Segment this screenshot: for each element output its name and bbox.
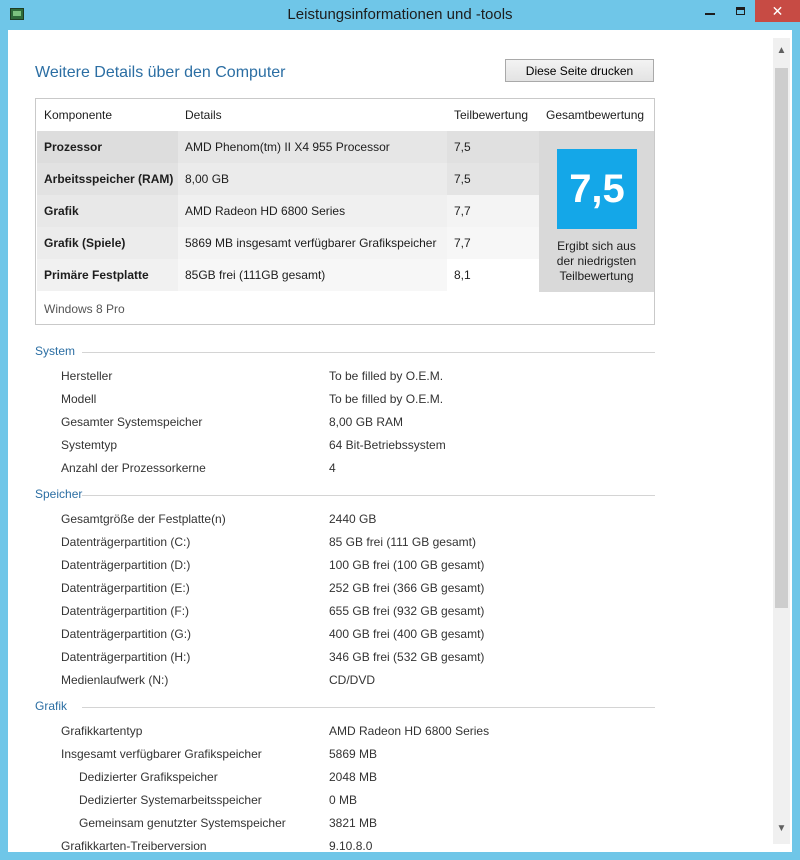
performance-score-panel: Komponente Details Teilbewertung Gesamtb…	[35, 98, 655, 325]
info-value: CD/DVD	[329, 673, 376, 687]
minimize-button[interactable]	[696, 0, 724, 22]
section-divider	[82, 352, 655, 353]
header-overall: Gesamtbewertung	[546, 108, 645, 122]
overall-score-note: Ergibt sich aus der niedrigsten Teilbewe…	[539, 239, 654, 284]
info-label: Grafikkarten-Treiberversion	[61, 839, 207, 853]
scrollbar-thumb[interactable]	[775, 68, 788, 608]
header-component: Komponente	[44, 108, 113, 122]
window-bottom-border	[0, 852, 800, 860]
note-line: Teilbewertung	[559, 269, 634, 283]
info-label: Modell	[61, 392, 97, 406]
score-row: Prozessor AMD Phenom(tm) II X4 955 Proce…	[37, 131, 539, 163]
row-component: Arbeitsspeicher (RAM)	[37, 163, 178, 195]
score-row: Grafik AMD Radeon HD 6800 Series 7,7	[37, 195, 539, 227]
row-score: 7,5	[447, 131, 539, 163]
info-label: Insgesamt verfügbarer Grafikspeicher	[61, 747, 262, 761]
info-value: 3821 MB	[329, 816, 378, 830]
info-label: Datenträgerpartition (F:)	[61, 604, 190, 618]
row-component: Grafik (Spiele)	[37, 227, 178, 259]
info-value: 2048 MB	[329, 770, 378, 784]
info-value: 8,00 GB RAM	[329, 415, 404, 429]
info-value: AMD Radeon HD 6800 Series	[329, 724, 490, 738]
info-value: 655 GB frei (932 GB gesamt)	[329, 604, 485, 618]
info-label: Datenträgerpartition (C:)	[61, 535, 191, 549]
note-line: Ergibt sich aus	[557, 239, 636, 253]
maximize-button[interactable]	[726, 0, 754, 22]
minimize-icon	[705, 13, 715, 15]
close-icon: ✕	[771, 2, 784, 19]
section-divider	[82, 707, 655, 708]
scroll-up-icon[interactable]: ▲	[773, 42, 790, 58]
row-details: AMD Phenom(tm) II X4 955 Processor	[178, 131, 447, 163]
info-label: Medienlaufwerk (N:)	[61, 673, 169, 687]
row-component: Grafik	[37, 195, 178, 227]
info-value: 346 GB frei (532 GB gesamt)	[329, 650, 485, 664]
note-line: der niedrigsten	[556, 254, 637, 268]
row-details: 85GB frei (111GB gesamt)	[178, 259, 447, 291]
info-value: 64 Bit-Betriebssystem	[329, 438, 446, 452]
header-subscore: Teilbewertung	[454, 108, 529, 122]
row-details: AMD Radeon HD 6800 Series	[178, 195, 447, 227]
overall-score-box: 7,5 Ergibt sich aus der niedrigsten Teil…	[539, 131, 654, 292]
vertical-scrollbar[interactable]: ▲ ▼	[773, 38, 790, 844]
info-value: To be filled by O.E.M.	[329, 392, 444, 406]
info-label: Datenträgerpartition (E:)	[61, 581, 190, 595]
info-label: Datenträgerpartition (G:)	[61, 627, 192, 641]
info-label: Gesamtgröße der Festplatte(n)	[61, 512, 226, 526]
print-page-button[interactable]: Diese Seite drucken	[505, 59, 654, 82]
section-title-storage: Speicher	[35, 487, 83, 501]
row-details: 5869 MB insgesamt verfügbarer Grafikspei…	[178, 227, 447, 259]
row-score: 7,5	[447, 163, 539, 195]
row-score: 7,7	[447, 195, 539, 227]
scroll-down-icon[interactable]: ▼	[773, 820, 790, 836]
section-title-system: System	[35, 344, 76, 358]
row-details: 8,00 GB	[178, 163, 447, 195]
info-value: To be filled by O.E.M.	[329, 369, 444, 383]
info-label: Systemtyp	[61, 438, 118, 452]
info-value: 9.10.8.0	[329, 839, 373, 853]
row-score: 8,1	[447, 259, 539, 291]
page-heading: Weitere Details über den Computer	[35, 64, 286, 81]
section-title-graphics: Grafik	[35, 699, 68, 713]
maximize-icon	[735, 7, 745, 15]
row-component: Primäre Festplatte	[37, 259, 178, 291]
info-label: Anzahl der Prozessorkerne	[61, 461, 206, 475]
header-details: Details	[185, 108, 222, 122]
info-label: Grafikkartentyp	[61, 724, 143, 738]
row-score: 7,7	[447, 227, 539, 259]
info-value: 5869 MB	[329, 747, 378, 761]
info-label: Gesamter Systemspeicher	[61, 415, 203, 429]
window-title: Leistungsinformationen und -tools	[287, 6, 513, 23]
close-button[interactable]: ✕	[755, 0, 800, 22]
info-value: 85 GB frei (111 GB gesamt)	[329, 535, 476, 549]
row-component: Prozessor	[37, 131, 178, 163]
info-label: Datenträgerpartition (D:)	[61, 558, 191, 572]
score-row: Primäre Festplatte 85GB frei (111GB gesa…	[37, 259, 539, 291]
info-value: 252 GB frei (366 GB gesamt)	[329, 581, 485, 595]
info-value: 100 GB frei (100 GB gesamt)	[329, 558, 485, 572]
info-label: Gemeinsam genutzter Systemspeicher	[79, 816, 286, 830]
score-row: Arbeitsspeicher (RAM) 8,00 GB 7,5	[37, 163, 539, 195]
info-label: Dedizierter Systemarbeitsspeicher	[79, 793, 262, 807]
overall-score-tile: 7,5	[557, 149, 637, 229]
title-bar[interactable]: Leistungsinformationen und -tools ✕	[0, 0, 800, 30]
info-value: 4	[329, 461, 336, 475]
info-label: Datenträgerpartition (H:)	[61, 650, 191, 664]
info-value: 400 GB frei (400 GB gesamt)	[329, 627, 485, 641]
score-row: Grafik (Spiele) 5869 MB insgesamt verfüg…	[37, 227, 539, 259]
os-edition: Windows 8 Pro	[44, 302, 125, 316]
info-label: Dedizierter Grafikspeicher	[79, 770, 218, 784]
info-value: 2440 GB	[329, 512, 377, 526]
info-value: 0 MB	[329, 793, 358, 807]
info-label: Hersteller	[61, 369, 113, 383]
section-divider	[82, 495, 655, 496]
